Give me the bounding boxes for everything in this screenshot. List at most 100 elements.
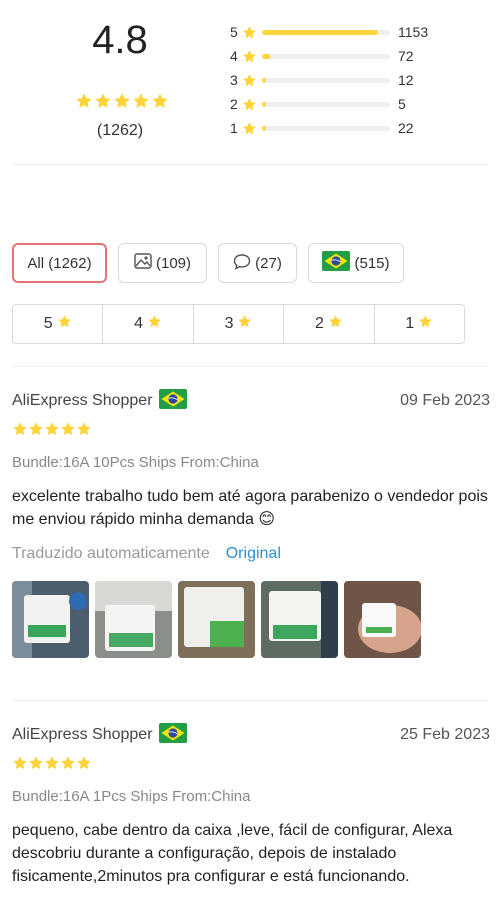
star-icon (237, 314, 252, 334)
star-icon (28, 755, 44, 776)
star-filter-1[interactable]: 1 (375, 305, 464, 343)
review-variant: Bundle:16A 1Pcs Ships From:China (12, 788, 251, 805)
review-photo[interactable] (344, 581, 421, 658)
brazil-flag-icon (322, 251, 354, 275)
review-item: AliExpress Shopper 09 Feb 2023 Bundle:16… (12, 388, 490, 658)
star-icon (75, 92, 93, 115)
review-text: excelente trabalho tudo bem até agora pa… (12, 488, 488, 528)
review-variant: Bundle:16A 10Pcs Ships From:China (12, 454, 259, 471)
translation-bar: Traduzido automaticamente Original (12, 545, 490, 563)
divider (12, 366, 488, 367)
star-icon (242, 73, 260, 88)
rating-bar-fill (262, 53, 270, 59)
filter-all-label: All (1262) (27, 254, 92, 272)
review-photo[interactable] (12, 581, 89, 658)
reviewer-name: AliExpress Shopper (12, 726, 153, 743)
star-icon (147, 314, 162, 334)
image-icon (134, 253, 156, 273)
star-icon (12, 421, 28, 442)
rating-summary: 4.8 (1262) 5 1153 4 72 3 12 2 5 1 22 (0, 0, 500, 165)
average-rating: 4.8 (92, 18, 148, 62)
filter-photos-label: (109) (155, 254, 192, 272)
star-icon (44, 755, 60, 776)
reviewer: AliExpress Shopper (12, 388, 187, 414)
rating-bar-star: 1 (230, 120, 238, 136)
star-icon (94, 92, 112, 115)
star-icon (76, 755, 92, 776)
rating-bar-fill (262, 125, 266, 131)
rating-bar-star: 3 (230, 72, 238, 88)
rating-bar-count: 22 (398, 120, 414, 136)
star-filter-2[interactable]: 2 (284, 305, 375, 343)
filter-photos[interactable]: (109) (118, 243, 207, 283)
star-icon (151, 92, 169, 115)
star-filter-label: 5 (43, 315, 53, 332)
rating-bar-star: 2 (230, 96, 238, 112)
comment-icon (233, 253, 255, 274)
rating-bar-count: 72 (398, 48, 414, 64)
review-photo[interactable] (178, 581, 255, 658)
star-filter-label: 3 (224, 315, 234, 332)
filter-country[interactable]: (515) (308, 243, 404, 283)
rating-bar-row: 25 (230, 92, 490, 116)
star-icon (28, 421, 44, 442)
star-icon (242, 25, 260, 40)
star-icon (60, 755, 76, 776)
star-filter: 5 4 3 2 1 (12, 304, 465, 344)
star-filter-4[interactable]: 4 (103, 305, 194, 343)
star-icon (132, 92, 150, 115)
rating-bar-track (262, 77, 390, 83)
star-filter-label: 1 (405, 315, 415, 332)
filter-comments[interactable]: (27) (218, 243, 297, 283)
rating-bar-count: 5 (398, 96, 406, 112)
star-icon (60, 421, 76, 442)
star-icon (57, 314, 72, 334)
review-stars (12, 755, 490, 776)
translated-label: Traduzido automaticamente (12, 545, 210, 562)
review-text: pequeno, cabe dentro da caixa ,leve, fác… (12, 822, 453, 885)
rating-bar-track (262, 29, 390, 35)
rating-bar-track (262, 53, 390, 59)
rating-bar-fill (262, 77, 266, 83)
review-date: 09 Feb 2023 (400, 392, 490, 409)
rating-bar-fill (262, 29, 379, 35)
review-photo[interactable] (261, 581, 338, 658)
reviewer: AliExpress Shopper (12, 722, 187, 748)
star-icon (242, 49, 260, 64)
brazil-flag-icon (158, 388, 187, 414)
star-icon (418, 314, 433, 334)
divider (12, 700, 488, 701)
review-date: 25 Feb 2023 (400, 726, 490, 743)
star-filter-3[interactable]: 3 (194, 305, 285, 343)
rating-bar-row: 4 72 (230, 44, 490, 68)
star-icon (44, 421, 60, 442)
star-icon (113, 92, 131, 115)
review-photos (12, 581, 490, 658)
star-filter-label: 2 (314, 315, 324, 332)
star-icon (242, 121, 260, 136)
review-stars (12, 421, 490, 442)
star-icon (242, 97, 260, 112)
star-icon (76, 421, 92, 442)
rating-bar-track (262, 125, 390, 131)
review-filters: All (1262) (109) (27) (515) (12, 243, 404, 283)
rating-bar-row: 3 12 (230, 68, 490, 92)
rating-distribution: 5 1153 4 72 3 12 2 5 1 22 (230, 20, 490, 140)
rating-bar-star: 5 (230, 24, 238, 40)
total-reviews: (1262) (96, 122, 144, 139)
rating-bar-star: 4 (230, 48, 238, 64)
review-photo[interactable] (95, 581, 172, 658)
original-link[interactable]: Original (226, 545, 281, 563)
filter-all[interactable]: All (1262) (12, 243, 107, 283)
brazil-flag-icon (158, 722, 187, 748)
star-filter-5[interactable]: 5 (13, 305, 104, 343)
review-item: AliExpress Shopper 25 Feb 2023 Bundle:16… (12, 722, 490, 888)
rating-bar-row: 5 1153 (230, 20, 490, 44)
rating-bar-count: 12 (398, 72, 414, 88)
star-icon (12, 755, 28, 776)
filter-country-label: (515) (354, 254, 390, 272)
star-filter-label: 4 (134, 315, 144, 332)
filter-comments-label: (27) (255, 254, 282, 272)
rating-bar-count: 1153 (398, 24, 429, 40)
rating-bar-track (262, 101, 390, 107)
